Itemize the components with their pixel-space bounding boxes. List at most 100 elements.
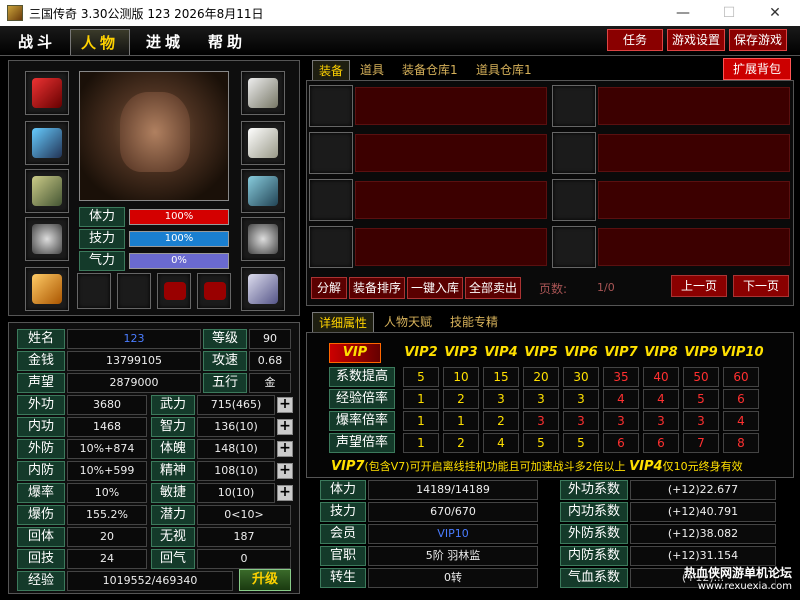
- tab-talents[interactable]: 人物天赋: [378, 312, 438, 332]
- vip-level-header: VIP2: [404, 345, 438, 360]
- add-point-button[interactable]: +: [277, 463, 293, 479]
- watermark-line-1: 热血侠网游单机论坛: [683, 566, 792, 580]
- armor-slot[interactable]: [25, 121, 69, 165]
- tab-character[interactable]: 人物: [70, 29, 131, 55]
- accessory-slot-2[interactable]: [117, 273, 151, 309]
- stats-panel: 姓名 123 等级 90 金钱 13799105 攻速 0.68 声望 2879…: [8, 322, 300, 594]
- inventory-slot[interactable]: [552, 226, 596, 268]
- sort-equipment-button[interactable]: 装备排序: [349, 277, 405, 299]
- vip-level-header: VIP6: [564, 345, 598, 360]
- hp-bar-value: 100%: [164, 211, 194, 222]
- store-all-button[interactable]: 一键入库: [407, 277, 463, 299]
- watermark-line-2: www.rexuexia.com: [697, 581, 792, 592]
- maximize-button[interactable]: ☐: [706, 0, 752, 26]
- stat-value: 187: [197, 527, 291, 547]
- belt-icon: [32, 176, 62, 206]
- helmet-icon: [248, 78, 278, 108]
- add-point-button[interactable]: +: [277, 397, 293, 413]
- decompose-button[interactable]: 分解: [311, 277, 347, 299]
- add-point-button[interactable]: +: [277, 485, 293, 501]
- vip-cell: 1: [403, 389, 439, 409]
- vip-cell: 4: [643, 389, 679, 409]
- detail-value: VIP10: [368, 524, 538, 544]
- tab-help[interactable]: 帮助: [198, 29, 256, 55]
- detail-value: 670/670: [368, 502, 538, 522]
- add-point-button[interactable]: +: [277, 441, 293, 457]
- add-point-button[interactable]: +: [277, 419, 293, 435]
- tab-equipment-storage[interactable]: 装备仓库1: [396, 60, 464, 80]
- tab-item-storage[interactable]: 道具仓库1: [470, 60, 538, 80]
- tab-skill-mastery[interactable]: 技能专精: [444, 312, 504, 332]
- inventory-item-info: [598, 87, 790, 125]
- vip-cell: 6: [723, 389, 759, 409]
- vip-cell: 2: [483, 411, 519, 431]
- weapon-slot[interactable]: [25, 71, 69, 115]
- fame-label: 声望: [17, 373, 65, 393]
- tab-items[interactable]: 道具: [354, 60, 390, 80]
- vip-cell: 5: [523, 433, 559, 453]
- tab-equipment[interactable]: 装备: [312, 60, 351, 80]
- detail-label: 外功系数: [560, 480, 628, 500]
- vip-cell: 1: [443, 411, 479, 431]
- settings-button[interactable]: 游戏设置: [667, 29, 725, 51]
- accessory-slot-4[interactable]: [197, 273, 231, 309]
- detail-value: (+12)38.082: [630, 524, 776, 544]
- stat-label: 体魄: [151, 439, 195, 459]
- exp-label: 经验: [17, 571, 65, 591]
- vip-level-header: VIP10: [721, 345, 764, 360]
- inventory-item-info: [355, 87, 547, 125]
- vip-row-label: 声望倍率: [329, 433, 395, 453]
- minimize-button[interactable]: —: [660, 0, 706, 26]
- ring-slot-right[interactable]: [241, 217, 285, 261]
- close-button[interactable]: ✕: [752, 0, 798, 26]
- inventory-slot[interactable]: [552, 179, 596, 221]
- helmet-slot[interactable]: [241, 71, 285, 115]
- mount-slot[interactable]: [25, 267, 69, 311]
- bracer-slot[interactable]: [241, 169, 285, 213]
- belt-slot[interactable]: [25, 169, 69, 213]
- task-button[interactable]: 任务: [607, 29, 663, 51]
- inventory-grid: 分解 装备排序 一键入库 全部卖出 页数: 1/0 上一页 下一页: [306, 80, 794, 306]
- vip-cell: 10: [443, 367, 479, 387]
- tab-battle[interactable]: 战斗: [8, 29, 66, 55]
- save-game-button[interactable]: 保存游戏: [729, 29, 787, 51]
- tab-detail-attributes[interactable]: 详细属性: [312, 312, 375, 332]
- accessory-slot-1[interactable]: [77, 273, 111, 309]
- detail-label: 会员: [320, 524, 366, 544]
- inventory-slot[interactable]: [309, 179, 353, 221]
- stat-value: 0<10>: [197, 505, 291, 525]
- next-page-button[interactable]: 下一页: [733, 275, 789, 297]
- inventory-slot[interactable]: [552, 132, 596, 174]
- inventory-slot[interactable]: [309, 132, 353, 174]
- boots-slot[interactable]: [241, 267, 285, 311]
- tab-city[interactable]: 进城: [136, 29, 194, 55]
- upgrade-button[interactable]: 升级: [239, 569, 291, 591]
- accessory-slot-3[interactable]: [157, 273, 191, 309]
- stat-value: 715(465): [197, 395, 275, 415]
- prev-page-button[interactable]: 上一页: [671, 275, 727, 297]
- vip-cell: 20: [523, 367, 559, 387]
- vip-cell: 3: [563, 411, 599, 431]
- detail-label: 技力: [320, 502, 366, 522]
- inventory-slot[interactable]: [309, 85, 353, 127]
- inventory-item-info: [598, 134, 790, 172]
- inventory-slot[interactable]: [309, 226, 353, 268]
- vip-cell: 6: [643, 433, 679, 453]
- ring-slot-left[interactable]: [25, 217, 69, 261]
- inventory-slot[interactable]: [552, 85, 596, 127]
- vip-cell: 1: [403, 433, 439, 453]
- exp-value: 1019552/469340: [67, 571, 233, 591]
- stat-value: 10%+599: [67, 461, 147, 481]
- sell-all-button[interactable]: 全部卖出: [465, 277, 521, 299]
- vip-cell: 3: [683, 411, 719, 431]
- character-portrait: [79, 71, 229, 201]
- seal-icon: [204, 282, 226, 300]
- vip-cell: 3: [523, 389, 559, 409]
- vip-cell: 7: [683, 433, 719, 453]
- detail-label: 转生: [320, 568, 366, 588]
- ring-icon: [248, 224, 278, 254]
- stat-label: 无视: [151, 527, 195, 547]
- shoulder-slot[interactable]: [241, 121, 285, 165]
- expand-bag-button[interactable]: 扩展背包: [723, 58, 791, 80]
- detail-value: (+12)31.154: [630, 546, 776, 566]
